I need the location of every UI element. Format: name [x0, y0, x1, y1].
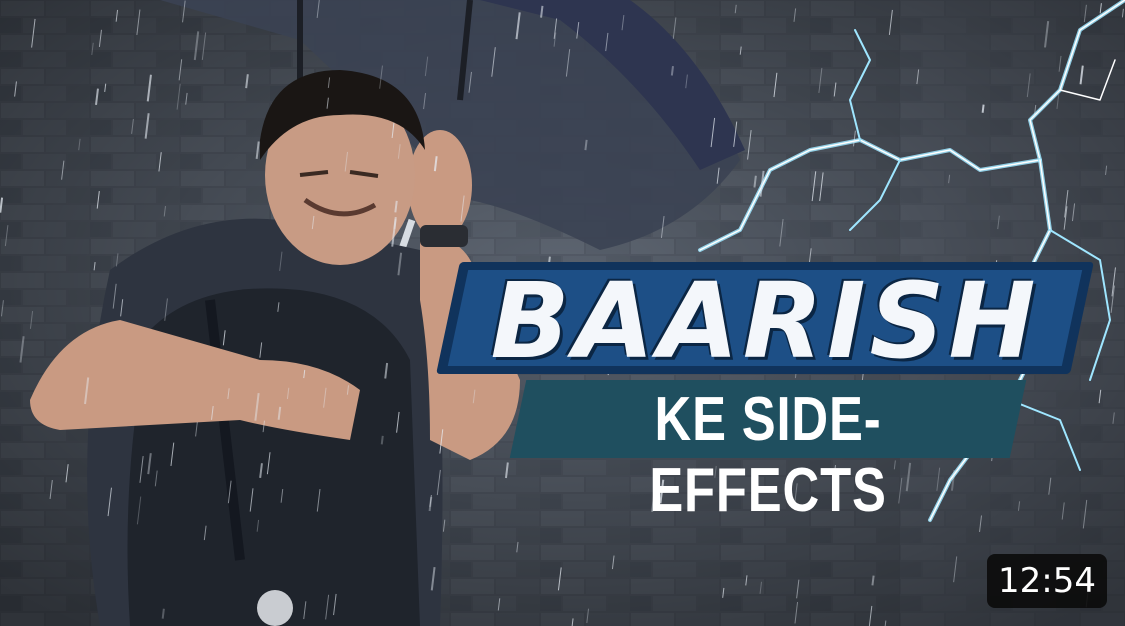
video-duration-badge: 12:54: [987, 554, 1107, 608]
title-sub-text: KE SIDE-EFFECTS: [649, 385, 887, 525]
star-badge-icon: [257, 590, 293, 626]
video-thumbnail[interactable]: BAARISH KE SIDE-EFFECTS 12:54: [0, 0, 1125, 626]
title-main-text: BAARISH: [490, 260, 1040, 382]
